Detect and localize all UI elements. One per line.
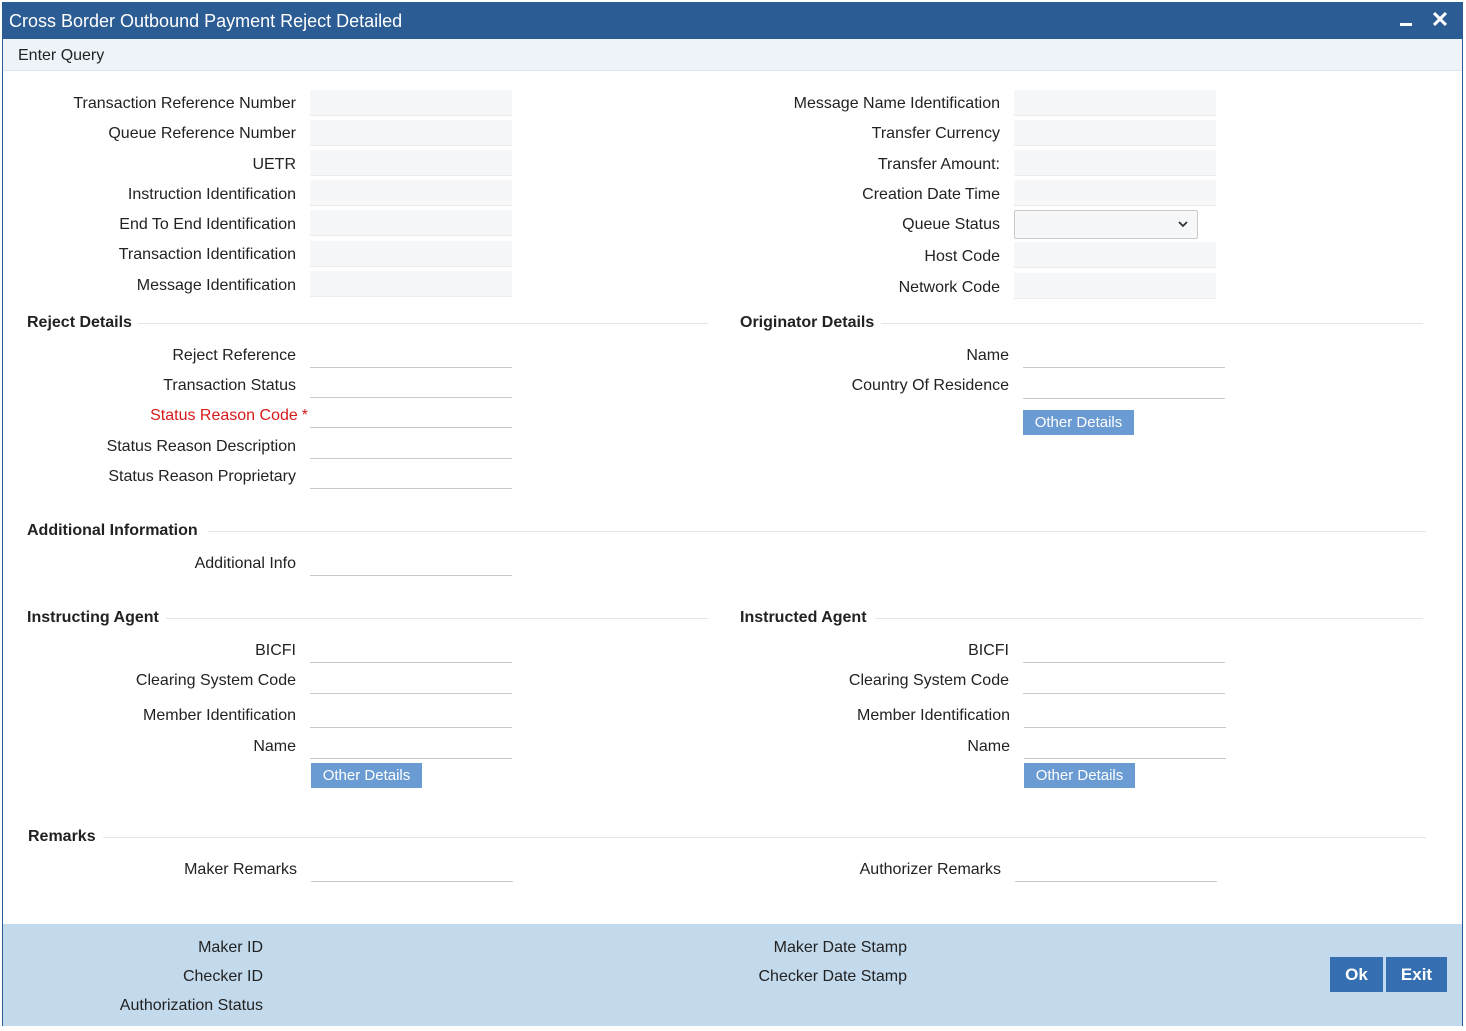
minimize-icon xyxy=(1400,23,1412,26)
instructed-other-details-button[interactable]: Other Details xyxy=(1024,763,1135,788)
instructing-name-label: Name xyxy=(253,738,296,755)
enter-query-menu[interactable]: Enter Query xyxy=(18,47,104,65)
ok-button[interactable]: Ok xyxy=(1330,957,1383,992)
audit-footer: Maker ID Checker ID Authorization Status… xyxy=(3,924,1462,1026)
transfer-currency-label: Transfer Currency xyxy=(871,125,1000,142)
instructing-member-identification-field[interactable] xyxy=(310,702,512,728)
originator-other-details-button[interactable]: Other Details xyxy=(1023,410,1134,435)
additional-information-heading: Additional Information xyxy=(27,522,198,539)
checker-date-stamp-label: Checker Date Stamp xyxy=(758,968,907,985)
creation-date-time-label: Creation Date Time xyxy=(862,186,1000,203)
instructing-agent-heading: Instructing Agent xyxy=(27,609,159,626)
close-icon: ✕ xyxy=(1430,7,1450,32)
instructing-clearing-system-code-label: Clearing System Code xyxy=(135,672,296,689)
authorization-status-label: Authorization Status xyxy=(119,997,263,1014)
instruction-identification-field[interactable] xyxy=(310,180,512,206)
instructed-bicfi-field[interactable] xyxy=(1023,637,1225,663)
instructed-name-label: Name xyxy=(967,738,1010,755)
additional-info-field[interactable] xyxy=(310,550,512,576)
transaction-reference-number-label: Transaction Reference Number xyxy=(73,95,296,112)
chevron-down-icon xyxy=(1178,221,1188,228)
instructing-agent-divider xyxy=(166,618,708,619)
end-to-end-identification-field[interactable] xyxy=(310,210,512,236)
transaction-identification-field[interactable] xyxy=(310,241,512,267)
instructing-bicfi-field[interactable] xyxy=(310,637,512,663)
instructed-member-identification-label: Member Identification xyxy=(857,707,1010,724)
menu-bar: Enter Query xyxy=(3,39,1462,71)
transaction-status-label: Transaction Status xyxy=(163,377,296,394)
uetr-label: UETR xyxy=(252,156,296,173)
reject-reference-field[interactable] xyxy=(310,342,512,368)
status-reason-code-text: Status Reason Code xyxy=(150,407,298,424)
instruction-identification-label: Instruction Identification xyxy=(127,186,296,203)
status-reason-proprietary-field[interactable] xyxy=(310,463,512,489)
exit-button[interactable]: Exit xyxy=(1386,957,1447,992)
instructed-member-identification-field[interactable] xyxy=(1024,702,1226,728)
status-reason-code-field[interactable] xyxy=(310,402,512,428)
queue-reference-number-label: Queue Reference Number xyxy=(108,125,296,142)
country-of-residence-field[interactable] xyxy=(1023,373,1225,399)
reject-details-divider xyxy=(138,323,708,324)
remarks-heading: Remarks xyxy=(28,828,96,845)
checker-id-label: Checker ID xyxy=(182,968,263,985)
status-reason-code-label: Status Reason Code * xyxy=(3,407,308,425)
reject-reference-label: Reject Reference xyxy=(172,347,296,364)
transaction-reference-number-field[interactable] xyxy=(310,90,512,116)
instructed-name-field[interactable] xyxy=(1024,733,1226,759)
originator-name-label: Name xyxy=(966,347,1009,364)
instructed-clearing-system-code-label: Clearing System Code xyxy=(848,672,1009,689)
maker-date-stamp-label: Maker Date Stamp xyxy=(773,939,907,956)
maker-remarks-label: Maker Remarks xyxy=(184,861,297,878)
title-bar: Cross Border Outbound Payment Reject Det… xyxy=(3,3,1462,39)
instructed-bicfi-label: BICFI xyxy=(968,642,1009,659)
queue-status-label: Queue Status xyxy=(902,216,1000,233)
network-code-field[interactable] xyxy=(1014,273,1216,299)
message-identification-field[interactable] xyxy=(310,271,512,297)
transaction-identification-label: Transaction Identification xyxy=(118,246,296,263)
close-button[interactable]: ✕ xyxy=(1428,7,1452,33)
window-title: Cross Border Outbound Payment Reject Det… xyxy=(9,11,403,31)
transfer-currency-field[interactable] xyxy=(1014,120,1216,146)
status-reason-proprietary-label: Status Reason Proprietary xyxy=(108,468,296,485)
reject-details-heading: Reject Details xyxy=(27,314,132,331)
maker-id-label: Maker ID xyxy=(198,939,263,956)
originator-name-field[interactable] xyxy=(1023,342,1225,368)
status-reason-description-label: Status Reason Description xyxy=(106,438,296,455)
originator-details-divider xyxy=(881,323,1423,324)
instructing-member-identification-label: Member Identification xyxy=(143,707,296,724)
country-of-residence-label: Country Of Residence xyxy=(851,377,1009,394)
maker-remarks-field[interactable] xyxy=(311,856,513,882)
remarks-divider xyxy=(103,837,1426,838)
message-name-identification-field[interactable] xyxy=(1014,90,1216,116)
authorizer-remarks-label: Authorizer Remarks xyxy=(859,861,1001,878)
instructed-agent-divider xyxy=(875,618,1423,619)
queue-status-select[interactable] xyxy=(1014,210,1198,239)
message-identification-label: Message Identification xyxy=(136,277,296,294)
transaction-status-field[interactable] xyxy=(310,372,512,398)
authorizer-remarks-field[interactable] xyxy=(1015,856,1217,882)
instructing-clearing-system-code-field[interactable] xyxy=(310,668,512,694)
additional-info-label: Additional Info xyxy=(194,555,296,572)
transfer-amount-field[interactable] xyxy=(1014,150,1216,176)
transfer-amount-label: Transfer Amount: xyxy=(877,156,1000,173)
creation-date-time-field[interactable] xyxy=(1014,180,1216,206)
uetr-field[interactable] xyxy=(310,150,512,176)
additional-information-divider xyxy=(208,531,1426,532)
instructing-other-details-button[interactable]: Other Details xyxy=(311,763,422,788)
dialog-window: Cross Border Outbound Payment Reject Det… xyxy=(2,2,1463,1026)
minimize-button[interactable] xyxy=(1396,9,1416,33)
host-code-label: Host Code xyxy=(924,248,1000,265)
instructed-clearing-system-code-field[interactable] xyxy=(1023,668,1225,694)
instructed-agent-heading: Instructed Agent xyxy=(740,609,867,626)
status-reason-description-field[interactable] xyxy=(310,433,512,459)
instructing-bicfi-label: BICFI xyxy=(255,642,296,659)
host-code-field[interactable] xyxy=(1014,242,1216,268)
required-marker: * xyxy=(301,407,308,424)
network-code-label: Network Code xyxy=(898,279,1000,296)
end-to-end-identification-label: End To End Identification xyxy=(119,216,296,233)
queue-reference-number-field[interactable] xyxy=(310,120,512,146)
message-name-identification-label: Message Name Identification xyxy=(793,95,1000,112)
instructing-name-field[interactable] xyxy=(310,733,512,759)
originator-details-heading: Originator Details xyxy=(740,314,875,331)
